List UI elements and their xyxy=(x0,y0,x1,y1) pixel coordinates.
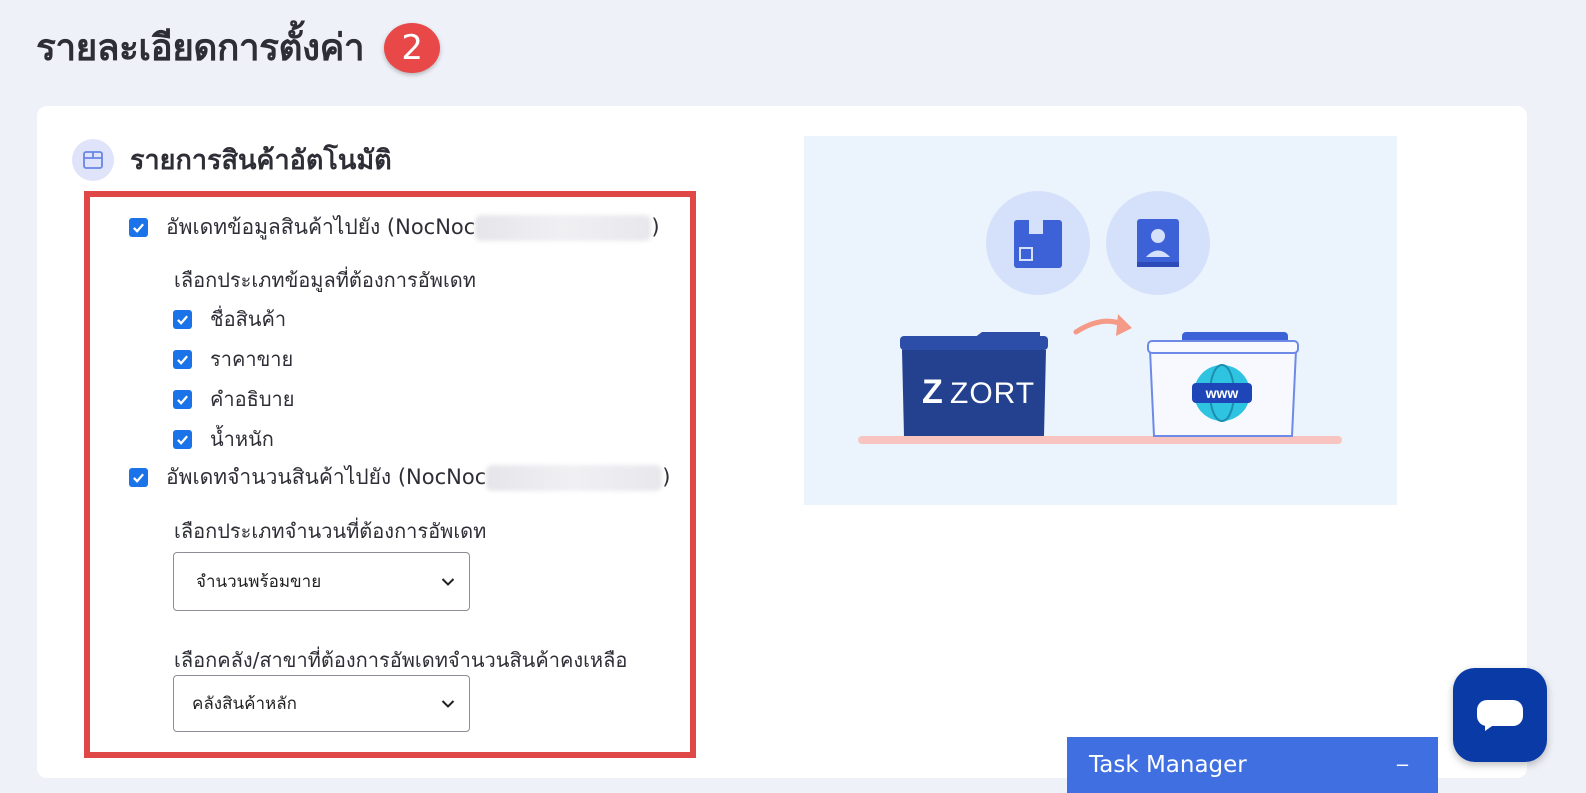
update-product-info-option[interactable]: อัพเดทข้อมูลสินค้าไปยัง (NocNoc) xyxy=(129,211,660,244)
info-type-label: ชื่อสินค้า xyxy=(210,307,287,331)
page-header: รายละเอียดการตั้งค่า 2 xyxy=(36,18,441,77)
stock-type-label: เลือกประเภทจำนวนที่ต้องการอัพเดท xyxy=(174,519,487,543)
update-stock-option[interactable]: อัพเดทจำนวนสินค้าไปยัง (NocNoc) xyxy=(129,461,670,494)
contact-book-icon xyxy=(1137,219,1179,267)
section-header: รายการสินค้าอัตโนมัติ xyxy=(72,138,392,181)
info-type-checkbox[interactable] xyxy=(173,309,192,329)
package-icon xyxy=(1014,220,1062,268)
svg-text:Z: Z xyxy=(922,373,943,411)
update-product-info-label: อัพเดทข้อมูลสินค้าไปยัง (NocNoc) xyxy=(166,215,660,241)
website-folder-icon: www xyxy=(1147,332,1299,437)
info-type-option[interactable]: คำอธิบาย xyxy=(173,383,294,415)
stock-type-select[interactable]: จำนวนพร้อมขาย xyxy=(173,552,470,611)
info-type-checkbox[interactable] xyxy=(173,429,192,449)
chevron-down-icon xyxy=(441,699,455,708)
minimize-button[interactable]: − xyxy=(1395,755,1410,776)
page-title: รายละเอียดการตั้งค่า xyxy=(36,26,365,69)
zort-folder-icon: Z ZORT xyxy=(900,332,1048,436)
info-type-checkbox[interactable] xyxy=(173,349,192,369)
task-manager-label: Task Manager xyxy=(1089,752,1247,778)
warehouse-label: เลือกคลัง/สาขาที่ต้องการอัพเดทจำนวนสินค้… xyxy=(174,648,628,672)
info-type-option[interactable]: น้ำหนัก xyxy=(173,423,274,455)
svg-text:www: www xyxy=(1205,385,1239,401)
info-type-label: ราคาขาย xyxy=(210,347,294,371)
chevron-down-icon xyxy=(441,577,455,586)
stock-type-value: จำนวนพร้อมขาย xyxy=(196,572,322,592)
product-info-types-label: เลือกประเภทข้อมูลที่ต้องการอัพเดท xyxy=(174,268,476,292)
warehouse-value: คลังสินค้าหลัก xyxy=(192,694,297,714)
info-type-option[interactable]: ชื่อสินค้า xyxy=(173,303,286,335)
sync-illustration: Z ZORT www xyxy=(804,136,1397,505)
section-title: รายการสินค้าอัตโนมัติ xyxy=(130,145,392,176)
info-type-label: น้ำหนัก xyxy=(210,427,274,451)
chat-bubble-icon xyxy=(1477,700,1523,731)
redacted-store-name xyxy=(486,465,663,491)
task-manager-bar[interactable]: Task Manager − xyxy=(1067,737,1438,793)
step-badge: 2 xyxy=(384,22,441,73)
update-stock-checkbox[interactable] xyxy=(129,468,148,487)
info-type-label: คำอธิบาย xyxy=(210,387,295,411)
redacted-store-name xyxy=(475,215,652,241)
info-type-checkbox[interactable] xyxy=(173,389,192,409)
update-stock-label: อัพเดทจำนวนสินค้าไปยัง (NocNoc) xyxy=(166,465,671,491)
info-type-option[interactable]: ราคาขาย xyxy=(173,343,293,375)
svg-text:ZORT: ZORT xyxy=(950,377,1035,410)
update-product-info-checkbox[interactable] xyxy=(129,218,148,237)
warehouse-select[interactable]: คลังสินค้าหลัก xyxy=(173,675,470,732)
chat-button[interactable] xyxy=(1453,668,1547,762)
box-icon xyxy=(72,138,114,181)
